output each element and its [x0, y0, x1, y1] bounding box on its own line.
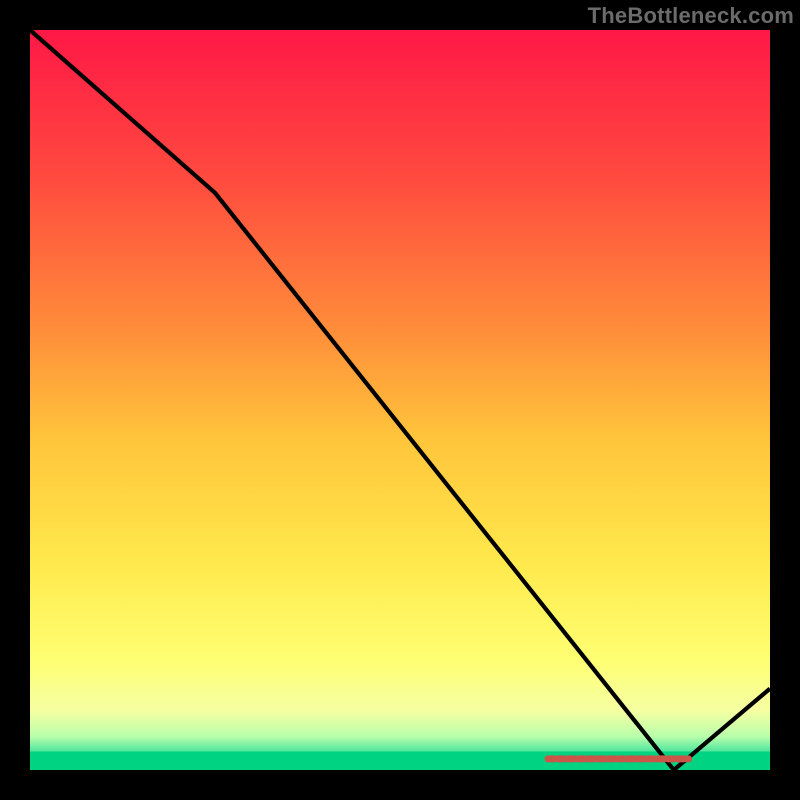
stage: TheBottleneck.com [0, 0, 800, 800]
bottleneck-chart [0, 0, 800, 800]
plot-background [30, 30, 770, 770]
